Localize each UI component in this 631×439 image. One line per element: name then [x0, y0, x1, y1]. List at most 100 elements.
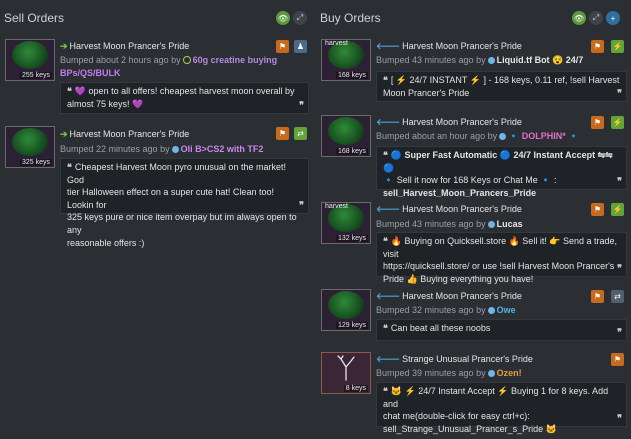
message-line: https://quicksell.store/ or use !sell Ha… [383, 261, 615, 272]
user-status-icon [499, 133, 507, 140]
flag-icon[interactable]: ⚑ [591, 40, 604, 53]
message-line: chat me(double-click for easy ctrl+c): [383, 411, 530, 422]
user-name[interactable]: Liquid.tf Bot 😵 24/7 [497, 55, 584, 65]
flag-icon[interactable]: ⚑ [591, 116, 604, 129]
listing-message: ❝ Cheapest Harvest Moon pyro unusual on t… [60, 158, 309, 248]
item-title[interactable]: ➔ Harvest Moon Prancer's Pride [60, 129, 189, 140]
user-name[interactable]: Lucas [497, 219, 523, 229]
buy-listing: 168 keys 🡐 Harvest Moon Prancer's Pride ⚑… [315, 114, 631, 198]
message-line: 🐱 ⚡ 24/7 Instant Accept ⚡ Buying 1 for 8… [383, 386, 609, 409]
message-line: 🔹 Sell it now for 168 Keys or Chat Me 🔹 … [383, 175, 557, 186]
user-name[interactable]: 🔹 DOLPHIN* 🔹 [508, 131, 579, 141]
item-name: Strange Unusual Prancer's Pride [402, 354, 533, 364]
quote-end-icon: ❞ [299, 100, 304, 111]
trade-icon[interactable]: ⇄ [294, 127, 307, 140]
flag-icon[interactable]: ⚑ [611, 353, 624, 366]
quote-end-icon: ❞ [617, 263, 622, 274]
quote-icon: ❝ [383, 323, 388, 333]
item-title[interactable]: 🡐 Harvest Moon Prancer's Pride [376, 291, 522, 302]
buy-listing: 129 keys 🡐 Harvest Moon Prancer's Pride ⚑… [315, 288, 631, 346]
lightning-icon[interactable]: ⚡ [611, 203, 624, 216]
item-title[interactable]: 🡐 Harvest Moon Prancer's Pride [376, 117, 522, 128]
flag-icon[interactable]: ⚑ [591, 290, 604, 303]
user-name[interactable]: 60g creatine buying [193, 55, 278, 65]
message-line: sell_Strange_Unusual_Prancer_s_Pride 🐱 [383, 423, 557, 434]
quote-icon: ❝ [383, 386, 388, 396]
message-line: [ ⚡ 24/7 INSTANT ⚡ ] - 168 keys, 0.11 re… [390, 75, 620, 85]
quote-end-icon: ❞ [617, 327, 622, 338]
item-thumbnail[interactable]: harvest 132 keys [321, 202, 371, 244]
quote-icon: ❝ [67, 162, 72, 172]
user-status-icon [487, 370, 495, 377]
message-line: 🔵 Super Fast Automatic 🔵 24/7 Instant Ac… [383, 150, 613, 173]
buy-arrow-icon: 🡐 [376, 204, 401, 214]
quote-icon: ❝ [383, 75, 388, 85]
quote-icon: ❝ [383, 150, 388, 160]
price-label: 8 keys [343, 385, 368, 392]
user-status-icon [487, 57, 495, 64]
item-thumbnail[interactable]: 168 keys [321, 115, 371, 157]
user-name[interactable]: Owe [497, 305, 516, 315]
listing-message: ❝ 💜 open to all offers! cheapest harvest … [60, 82, 309, 114]
bumped-info: Bumped 32 minutes ago by Owe [376, 305, 516, 315]
sell-orders-header-buttons: 👁 ⤢ [276, 11, 307, 25]
listing-message: ❝ 🔵 Super Fast Automatic 🔵 24/7 Instant A… [376, 146, 627, 198]
bumped-text: Bumped about an hour ago by [376, 131, 498, 141]
add-friend-icon[interactable]: ♟ [294, 40, 307, 53]
bumped-text: Bumped 43 minutes ago by [376, 55, 486, 65]
expand-icon[interactable]: ⤢ [293, 11, 307, 25]
quote-end-icon: ❞ [617, 88, 622, 99]
buy-orders-column: Buy Orders 👁 ⤢ + harvest 168 keys 🡐 Harve… [315, 0, 631, 439]
sell-orders-title: Sell Orders [4, 11, 65, 25]
bumped-info: Bumped 22 minutes ago by Oli B>CS2 with T… [60, 144, 263, 154]
item-image [12, 128, 48, 156]
user-status-icon [487, 221, 495, 228]
price-label: 255 keys [19, 72, 52, 79]
message-line: reasonable offers :) [67, 237, 145, 248]
bumped-info: Bumped 43 minutes ago by Lucas [376, 219, 523, 229]
bumped-text: Bumped 43 minutes ago by [376, 219, 486, 229]
listing-message: ❝ 🔥 Buying on Quicksell.store 🔥 Sell it! … [376, 232, 627, 284]
user-name[interactable]: Oli B>CS2 with TF2 [181, 144, 264, 154]
item-title[interactable]: 🡐 Harvest Moon Prancer's Pride [376, 41, 522, 52]
price-label: 129 keys [335, 322, 368, 329]
lightning-icon[interactable]: ⚡ [611, 40, 624, 53]
plus-icon[interactable]: + [606, 11, 620, 25]
flag-icon[interactable]: ⚑ [591, 203, 604, 216]
bumped-text: Bumped 39 minutes ago by [376, 368, 486, 378]
item-name: Harvest Moon Prancer's Pride [402, 291, 522, 301]
flag-icon[interactable]: ⚑ [276, 40, 289, 53]
price-label: 325 keys [19, 159, 52, 166]
eye-icon[interactable]: 👁 [276, 11, 290, 25]
sell-listing: 255 keys ➔ Harvest Moon Prancer's Pride ⚑… [0, 38, 313, 118]
sell-arrow-icon: ➔ [60, 41, 68, 51]
bumped-info: Bumped about an hour ago by 🔹 DOLPHIN* 🔹 [376, 131, 580, 142]
buy-arrow-icon: 🡐 [376, 41, 401, 51]
item-name: Harvest Moon Prancer's Pride [69, 129, 190, 139]
lightning-icon[interactable]: ⚡ [611, 116, 624, 129]
item-image [328, 291, 364, 319]
item-thumbnail[interactable]: harvest 168 keys [321, 39, 371, 81]
item-title[interactable]: 🡐 Harvest Moon Prancer's Pride [376, 204, 522, 215]
expand-icon[interactable]: ⤢ [589, 11, 603, 25]
user-name[interactable]: Ozen! [497, 368, 522, 378]
message-line: 💜 open to all offers! cheapest harvest m… [74, 86, 295, 96]
item-thumbnail[interactable]: 8 keys [321, 352, 371, 394]
item-thumbnail[interactable]: 325 keys [5, 126, 55, 168]
flag-icon[interactable]: ⚑ [276, 127, 289, 140]
item-title[interactable]: 🡐 Strange Unusual Prancer's Pride [376, 354, 533, 365]
sell-arrow-icon: ➔ [60, 129, 68, 139]
item-label: harvest [325, 40, 348, 47]
eye-icon[interactable]: 👁 [572, 11, 586, 25]
item-name: Harvest Moon Prancer's Pride [402, 41, 522, 51]
item-thumbnail[interactable]: 255 keys [5, 39, 55, 81]
item-thumbnail[interactable]: 129 keys [321, 289, 371, 331]
message-line: almost 75 keys! 💜 [67, 98, 144, 109]
buy-listing: harvest 132 keys 🡐 Harvest Moon Prancer's… [315, 201, 631, 284]
message-line: Moon Prancer's Pride [383, 87, 470, 98]
user-name-cont[interactable]: BPs/QS/BULK [60, 68, 121, 78]
trade-icon[interactable]: ⇄ [611, 290, 624, 303]
message-line: tier Halloween effect on a super cute ha… [67, 187, 274, 210]
antler-icon [337, 355, 355, 381]
item-title[interactable]: ➔ Harvest Moon Prancer's Pride [60, 41, 189, 52]
